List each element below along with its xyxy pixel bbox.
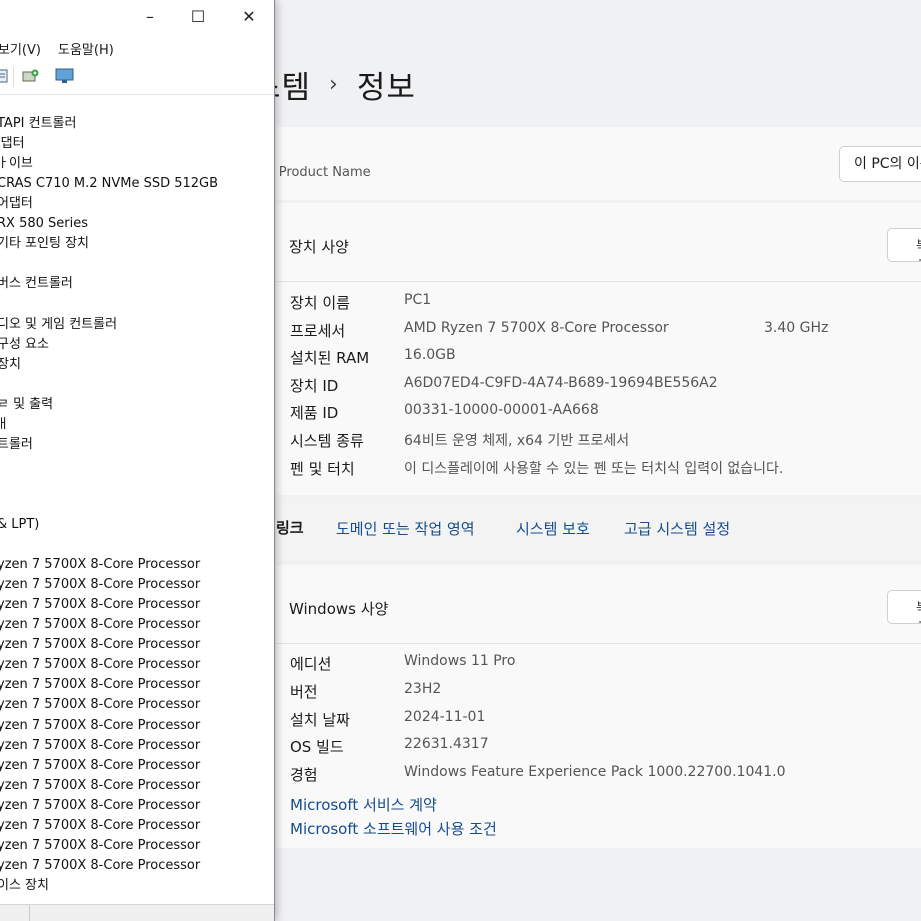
spec-key: 설치 날짜 (290, 710, 350, 729)
properties-icon[interactable] (0, 68, 10, 84)
spec-value[interactable]: 64비트 운영 체제, x64 기반 프로세서 (404, 430, 629, 450)
link-system-protection[interactable]: 시스템 보호 (516, 518, 590, 539)
link-microsoft-software-license[interactable]: Microsoft 소프트웨어 사용 조건 (290, 818, 497, 839)
product-name: m Product Name (262, 165, 371, 180)
spec-value[interactable]: 16.0GB (404, 347, 456, 363)
link-microsoft-services-agreement[interactable]: Microsoft 서비스 계약 (290, 794, 437, 815)
tree-item[interactable]: CRAS C710 M.2 NVMe SSD 512GB (0, 174, 218, 194)
spec-value[interactable]: 22631.4317 (404, 736, 489, 752)
spec-key: 프로세서 (290, 321, 346, 340)
spec-extra: 3.40 GHz (764, 319, 829, 336)
spec-key: 버전 (290, 682, 318, 701)
device-name-card: m Product Name 이 PC의 이름 바꾸기 (262, 127, 921, 200)
tree-item[interactable]: yzen 7 5700X 8-Core Processor (0, 655, 200, 675)
spec-value[interactable]: 00331-10000-00001-AA668 (404, 402, 599, 418)
tree-item[interactable]: yzen 7 5700X 8-Core Processor (0, 736, 200, 756)
windows-specs-copy-button[interactable]: 복사 (887, 590, 921, 624)
tree-item[interactable]: yzen 7 5700X 8-Core Processor (0, 756, 200, 776)
spec-key: 설치된 RAM (290, 349, 370, 368)
spec-key: OS 빌드 (290, 738, 344, 757)
tree-item[interactable]: ㅏ이브 (0, 154, 33, 174)
rename-pc-button[interactable]: 이 PC의 이름 바꾸기 (839, 146, 921, 182)
tree-item[interactable]: l댑터 (0, 134, 25, 154)
menu-view[interactable]: 보기(V) (0, 39, 41, 58)
toolbar (0, 60, 274, 95)
breadcrumb: 스템 › 정보 (252, 62, 416, 107)
tree-item[interactable]: yzen 7 5700X 8-Core Processor (0, 575, 200, 595)
tree-item[interactable]: yzen 7 5700X 8-Core Processor (0, 776, 200, 796)
tree-item[interactable]: ㄹ 및 출력 (0, 395, 53, 415)
breadcrumb-separator: › (329, 72, 339, 97)
tree-item[interactable]: & LPT) (0, 515, 39, 535)
spec-key: 경험 (290, 766, 318, 785)
tree-item[interactable]: yzen 7 5700X 8-Core Processor (0, 615, 200, 635)
link-domain-workgroup[interactable]: 도메인 또는 작업 영역 (336, 518, 475, 539)
status-bar (0, 904, 274, 921)
spec-value[interactable]: Windows 11 Pro (404, 653, 515, 669)
device-tree: TAPI 컨트롤러l댑터ㅏ이브CRAS C710 M.2 NVMe SSD 51… (0, 94, 274, 904)
device-manager-window: – ☐ ✕ 보기(V) 도움말(H) TAPI 컨트롤러l댑터ㅏ이브CRAS C… (0, 0, 275, 921)
tree-item[interactable]: 이스 장치 (0, 876, 49, 896)
tree-item[interactable]: yzen 7 5700X 8-Core Processor (0, 836, 200, 856)
spec-value[interactable]: A6D07ED4-C9FD-4A74-B689-19694BE556A2 (404, 375, 718, 391)
title-bar[interactable]: – ☐ ✕ (0, 0, 274, 34)
related-links-label: 링크 (276, 519, 304, 537)
tree-item[interactable]: 디오 및 게임 컨트롤러 (0, 315, 117, 335)
spec-key: 펜 및 터치 (290, 459, 355, 478)
spec-value[interactable]: 2024-11-01 (404, 709, 485, 725)
spec-key: 제품 ID (290, 404, 339, 423)
maximize-button[interactable]: ☐ (186, 6, 210, 28)
monitor-icon[interactable] (55, 68, 74, 84)
menu-bar: 보기(V) 도움말(H) (0, 34, 274, 60)
tree-item[interactable]: 트롤러 (0, 435, 33, 455)
tree-item[interactable]: yzen 7 5700X 8-Core Processor (0, 595, 200, 615)
tree-item[interactable]: 어댑터 (0, 194, 33, 214)
windows-specs-header[interactable]: Windows 사양 복사 (276, 565, 921, 644)
tree-item[interactable]: yzen 7 5700X 8-Core Processor (0, 555, 200, 575)
device-specs-copy-button[interactable]: 복사 (887, 228, 921, 262)
tree-item[interactable]: yzen 7 5700X 8-Core Processor (0, 675, 200, 695)
windows-specs-title: Windows 사양 (289, 600, 389, 618)
tree-item[interactable]: TAPI 컨트롤러 (0, 114, 76, 134)
minimize-button[interactable]: – (138, 6, 162, 28)
tree-item[interactable]: yzen 7 5700X 8-Core Processor (0, 716, 200, 736)
tree-item[interactable]: ㅐ (0, 415, 9, 435)
device-specs-title: 장치 사양 (289, 238, 349, 256)
tree-item[interactable]: yzen 7 5700X 8-Core Processor (0, 856, 200, 876)
spec-key: 시스템 종류 (290, 432, 364, 450)
tree-item[interactable]: 구성 요소 (0, 335, 49, 355)
spec-value[interactable]: Windows Feature Experience Pack 1000.227… (404, 764, 786, 780)
tree-item[interactable]: yzen 7 5700X 8-Core Processor (0, 695, 200, 715)
spec-value[interactable]: AMD Ryzen 7 5700X 8-Core Processor (404, 320, 669, 336)
spec-value[interactable]: 23H2 (404, 681, 441, 697)
tree-item[interactable]: 장치 (0, 355, 21, 375)
device-specs-header[interactable]: 장치 사양 복사 (276, 203, 921, 282)
spec-key: 장치 ID (290, 376, 339, 395)
page-title: 정보 (356, 70, 416, 106)
scan-hardware-icon[interactable] (22, 68, 39, 84)
spec-value[interactable]: 이 디스플레이에 사용할 수 있는 펜 또는 터치식 입력이 없습니다. (404, 458, 783, 478)
spec-key: 장치 이름 (290, 294, 350, 312)
spec-key: 에디션 (290, 655, 332, 673)
tree-item[interactable]: RX 580 Series (0, 214, 88, 234)
tree-item[interactable]: yzen 7 5700X 8-Core Processor (0, 796, 200, 816)
close-button[interactable]: ✕ (237, 6, 261, 28)
related-links: 링크 도메인 또는 작업 영역 시스템 보호 고급 시스템 설정 (276, 497, 921, 561)
tree-item[interactable]: yzen 7 5700X 8-Core Processor (0, 635, 200, 655)
tree-item[interactable]: 기타 포인팅 장치 (0, 234, 89, 254)
spec-value[interactable]: PC1 (404, 292, 431, 308)
tree-item[interactable]: l (0, 375, 1, 395)
link-advanced-system-settings[interactable]: 고급 시스템 설정 (624, 518, 730, 539)
tree-item[interactable]: 버스 컨트롤러 (0, 274, 73, 294)
tree-item[interactable]: yzen 7 5700X 8-Core Processor (0, 816, 200, 836)
menu-help[interactable]: 도움말(H) (58, 39, 114, 58)
